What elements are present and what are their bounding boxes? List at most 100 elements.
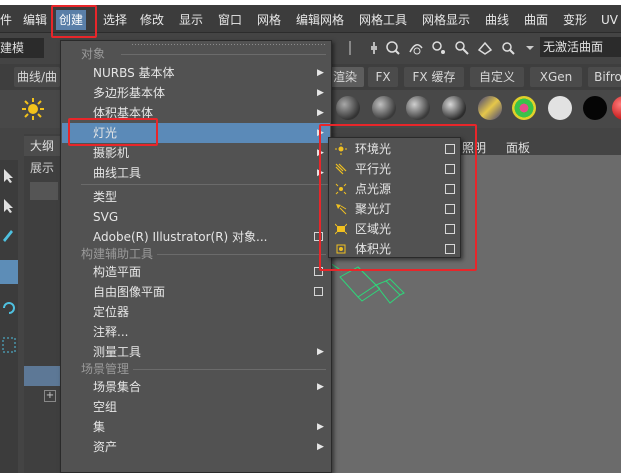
menu-item-curve-tools[interactable]: 曲线工具 ▶	[62, 163, 330, 183]
sun-light-icon[interactable]	[22, 98, 44, 120]
material-sphere-icon[interactable]	[442, 96, 466, 120]
menu-item-label: SVG	[93, 210, 119, 224]
tab-xgen[interactable]: XGen	[530, 67, 582, 87]
menu-item-polygon-primitives[interactable]: 多边形基本体 ▶	[62, 83, 330, 103]
menu-edit[interactable]: 编辑	[23, 10, 47, 30]
menu-separator	[81, 184, 330, 185]
menu-item-label: 集	[93, 420, 106, 434]
submenu-arrow-icon: ▶	[317, 442, 324, 452]
snap-surface-icon[interactable]	[477, 40, 493, 56]
menu-item-free-image-plane[interactable]: 自由图像平面	[62, 282, 330, 302]
menu-windows[interactable]: 窗口	[218, 10, 242, 30]
menu-surfaces[interactable]: 曲面	[524, 10, 548, 30]
menu-item-empty-group[interactable]: 空组	[62, 397, 330, 417]
live-surface-field[interactable]: 无激活曲面	[540, 37, 621, 57]
material-sphere-icon[interactable]	[336, 96, 360, 120]
annotation-box-create	[51, 5, 97, 38]
scale-tool-icon[interactable]	[1, 336, 17, 356]
menu-item-label: 类型	[93, 190, 118, 204]
menu-item-label: Adobe(R) Illustrator(R) 对象...	[93, 230, 268, 244]
menu-item-locator[interactable]: 定位器	[62, 302, 330, 322]
paint-tool-icon[interactable]	[1, 226, 17, 242]
rotate-tool-icon[interactable]	[1, 300, 17, 316]
select-tool-icon[interactable]	[1, 168, 17, 184]
menu-item-label: 注释...	[93, 325, 129, 339]
tab-custom[interactable]: 自定义	[470, 67, 524, 87]
menu-mesh-tools[interactable]: 网格工具	[359, 10, 407, 30]
menu-uv[interactable]: UV	[601, 10, 618, 30]
viewport-menubar: 照明 面板	[455, 136, 621, 156]
submenu-arrow-icon: ▶	[317, 88, 324, 98]
menu-item-label: 曲线工具	[93, 166, 142, 180]
menu-item-label: 多边形基本体	[93, 86, 166, 100]
option-box-icon[interactable]	[314, 287, 323, 296]
black-sphere-icon[interactable]	[583, 96, 607, 120]
menu-item-nurbs-primitives[interactable]: NURBS 基本体 ▶	[62, 63, 330, 83]
section-divider	[157, 254, 326, 255]
shader-sphere-icon[interactable]	[478, 96, 502, 120]
menu-deform[interactable]: 变形	[563, 10, 587, 30]
menu-item-cameras[interactable]: 摄影机 ▶	[62, 143, 330, 163]
menu-item-type[interactable]: 类型	[62, 187, 330, 207]
menu-curves[interactable]: 曲线	[485, 10, 509, 30]
annotation-box-lights	[68, 118, 158, 146]
menu-item-label: 场景集合	[93, 380, 142, 394]
white-sphere-icon[interactable]	[548, 96, 572, 120]
toolbox	[0, 160, 18, 473]
tab-bifrost[interactable]: Bifro	[588, 67, 621, 87]
menu-item-annotation[interactable]: 注释...	[62, 322, 330, 342]
menu-item-construction-plane[interactable]: 构造平面	[62, 262, 330, 282]
menu-mesh-display[interactable]: 网格显示	[422, 10, 470, 30]
section-divider	[133, 369, 326, 370]
outliner-selected-row[interactable]	[24, 366, 60, 386]
snap-curve-icon[interactable]	[408, 40, 424, 56]
menu-item-label: 测量工具	[93, 345, 142, 359]
chevron-down-icon[interactable]	[522, 40, 538, 56]
snap-point-icon[interactable]	[431, 40, 447, 56]
menu-item-measure-tools[interactable]: 测量工具 ▶	[62, 342, 330, 362]
move-tool-button[interactable]	[0, 260, 18, 284]
menu-item-label: NURBS 基本体	[93, 66, 175, 80]
menu-mesh[interactable]: 网格	[257, 10, 281, 30]
section-divider	[121, 54, 326, 55]
outliner-tab[interactable]: 大纲	[24, 136, 60, 156]
menu-item-label: 空组	[93, 400, 118, 414]
menu-edit-mesh[interactable]: 编辑网格	[296, 10, 344, 30]
snap-grid-icon[interactable]	[385, 40, 401, 56]
tab-fx[interactable]: FX	[368, 67, 398, 87]
snap-toggle-icon[interactable]	[366, 40, 382, 56]
menu-item-assets[interactable]: 资产 ▶	[62, 437, 330, 457]
menu-item-label: 构造平面	[93, 265, 142, 279]
menu-item-illustrator-object[interactable]: Adobe(R) Illustrator(R) 对象...	[62, 227, 330, 247]
menu-item-label: 摄影机	[93, 146, 130, 160]
outliner-display-menu[interactable]: 展示	[30, 159, 54, 176]
material-sphere-icon[interactable]	[372, 96, 396, 120]
submenu-arrow-icon: ▶	[317, 382, 324, 392]
mode-selector[interactable]: 建模	[0, 38, 44, 58]
menu-item-scene-assembly[interactable]: 场景集合 ▶	[62, 377, 330, 397]
tearoff-handle[interactable]	[131, 43, 327, 46]
material-sphere-icon[interactable]	[406, 96, 430, 120]
tab-fx-cache[interactable]: FX 缓存	[404, 67, 464, 87]
lasso-tool-icon[interactable]	[1, 198, 17, 214]
menu-item-svg[interactable]: SVG	[62, 207, 330, 227]
section-header-scene-management: 场景管理	[81, 362, 130, 376]
snap-view-icon[interactable]	[454, 40, 470, 56]
menu-file[interactable]: 件	[0, 10, 12, 30]
section-header-construction-aids: 构建辅助工具	[81, 247, 154, 261]
snap-live-icon[interactable]	[500, 40, 516, 56]
tab-curves[interactable]: 曲线/曲	[14, 67, 60, 87]
create-menu-dropdown: 对象 NURBS 基本体 ▶ 多边形基本体 ▶ 体积基本体 ▶ 灯光 ▶ 摄影机…	[60, 40, 332, 473]
submenu-arrow-icon: ▶	[317, 108, 324, 118]
red-sphere-icon[interactable]	[612, 96, 621, 120]
separator-icon	[349, 41, 351, 55]
menu-display[interactable]: 显示	[179, 10, 203, 30]
menu-item-label: 定位器	[93, 305, 130, 319]
ramp-shader-icon[interactable]	[512, 96, 536, 120]
viewport-menu-panels[interactable]: 面板	[506, 139, 530, 156]
annotation-box-lights-submenu	[319, 124, 477, 271]
expand-icon[interactable]: +	[44, 390, 56, 402]
menu-modify[interactable]: 修改	[140, 10, 164, 30]
menu-item-sets[interactable]: 集 ▶	[62, 417, 330, 437]
menu-select[interactable]: 选择	[103, 10, 127, 30]
